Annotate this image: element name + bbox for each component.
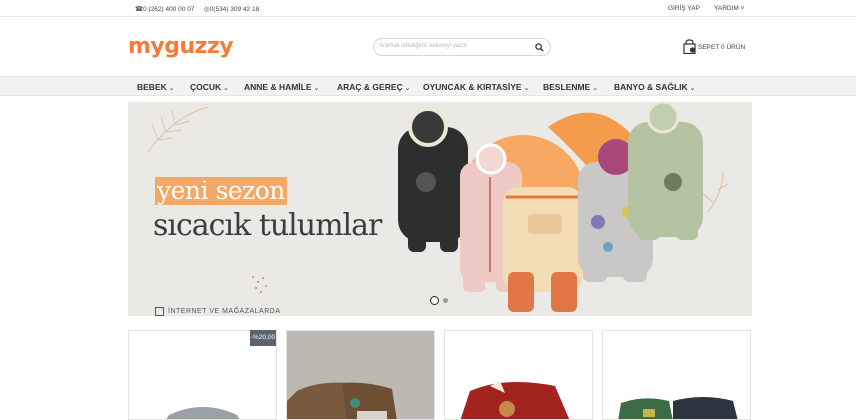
phone-1[interactable]: ☎0 (262) 400 00 07 bbox=[135, 5, 194, 13]
chevron-down-icon: ⌄ bbox=[689, 85, 696, 92]
login-link[interactable]: GİRİŞ YAP bbox=[668, 5, 700, 12]
search-box[interactable]: Aramak istediğiniz kelimeyi yazın bbox=[373, 38, 551, 56]
product-card[interactable] bbox=[286, 330, 435, 420]
chevron-down-icon: ⌄ bbox=[523, 85, 530, 92]
chevron-down-icon: ⌄ bbox=[404, 85, 411, 92]
chevron-down-icon: ⌄ bbox=[313, 85, 320, 92]
separator: · bbox=[195, 4, 198, 11]
nav-item-arac-gerec[interactable]: ARAÇ & GEREÇ ⌄ bbox=[337, 82, 411, 92]
nav-item-bebek[interactable]: BEBEK ⌄ bbox=[137, 82, 175, 92]
nav-item-banyo-saglik[interactable]: BANYO & SAĞLIK ⌄ bbox=[614, 82, 696, 92]
product-image bbox=[287, 331, 434, 419]
nav-item-beslenme[interactable]: BESLENME ⌄ bbox=[543, 82, 598, 92]
cart-label: SEPET 0 ÜRÜN bbox=[698, 44, 746, 51]
leaf-decoration bbox=[147, 106, 209, 153]
carousel-dot-active[interactable] bbox=[430, 296, 439, 305]
hero-banner[interactable]: yeni sezon sıcacık tulumlar İNTERNET VE … bbox=[128, 102, 752, 316]
cart-count: 0 bbox=[721, 44, 725, 51]
product-image bbox=[460, 381, 570, 419]
help-link[interactable]: YARDIM ˅ bbox=[714, 5, 744, 12]
search-input[interactable]: Aramak istediğiniz kelimeyi yazın bbox=[379, 43, 467, 49]
chevron-down-icon: ⌄ bbox=[223, 85, 230, 92]
banner-store-text: İNTERNET VE MAĞAZALARDA bbox=[168, 308, 281, 315]
banner-headline-1: yeni sezon bbox=[155, 176, 287, 205]
store-icon bbox=[155, 307, 164, 316]
phone-2[interactable]: ◎0(534) 309 42 18 bbox=[204, 5, 259, 13]
black-jumpsuit bbox=[398, 107, 468, 252]
search-icon[interactable] bbox=[535, 43, 544, 52]
product-card[interactable] bbox=[602, 330, 751, 420]
nav-item-cocuk[interactable]: ÇOCUK ⌄ bbox=[190, 82, 229, 92]
chevron-down-icon: ˅ bbox=[740, 5, 745, 12]
carousel-dot[interactable] bbox=[443, 298, 448, 303]
top-bar: ☎0 (262) 400 00 07 · ◎0(534) 309 42 18 G… bbox=[0, 0, 856, 17]
nav-item-anne-hamile[interactable]: ANNE & HAMİLE ⌄ bbox=[244, 82, 319, 92]
chevron-down-icon: ⌄ bbox=[592, 85, 599, 92]
product-card[interactable] bbox=[444, 330, 593, 420]
shopping-bag-icon bbox=[683, 39, 696, 54]
product-image bbox=[618, 397, 738, 419]
nav-item-oyuncak-kirtasiye[interactable]: OYUNCAK & KIRTASİYE ⌄ bbox=[423, 82, 529, 92]
beige-jumpsuit bbox=[503, 187, 583, 312]
site-logo[interactable]: myguzzy bbox=[128, 34, 234, 59]
discount-badge: -%20,00 bbox=[250, 330, 276, 346]
main-nav: BEBEK ⌄ ÇOCUK ⌄ ANNE & HAMİLE ⌄ ARAÇ & GERE… bbox=[0, 76, 856, 96]
banner-headline-2: sıcacık tulumlar bbox=[153, 208, 382, 243]
green-jumpsuit bbox=[628, 102, 703, 240]
separator: · bbox=[703, 4, 706, 11]
chevron-down-icon: ⌄ bbox=[168, 85, 175, 92]
